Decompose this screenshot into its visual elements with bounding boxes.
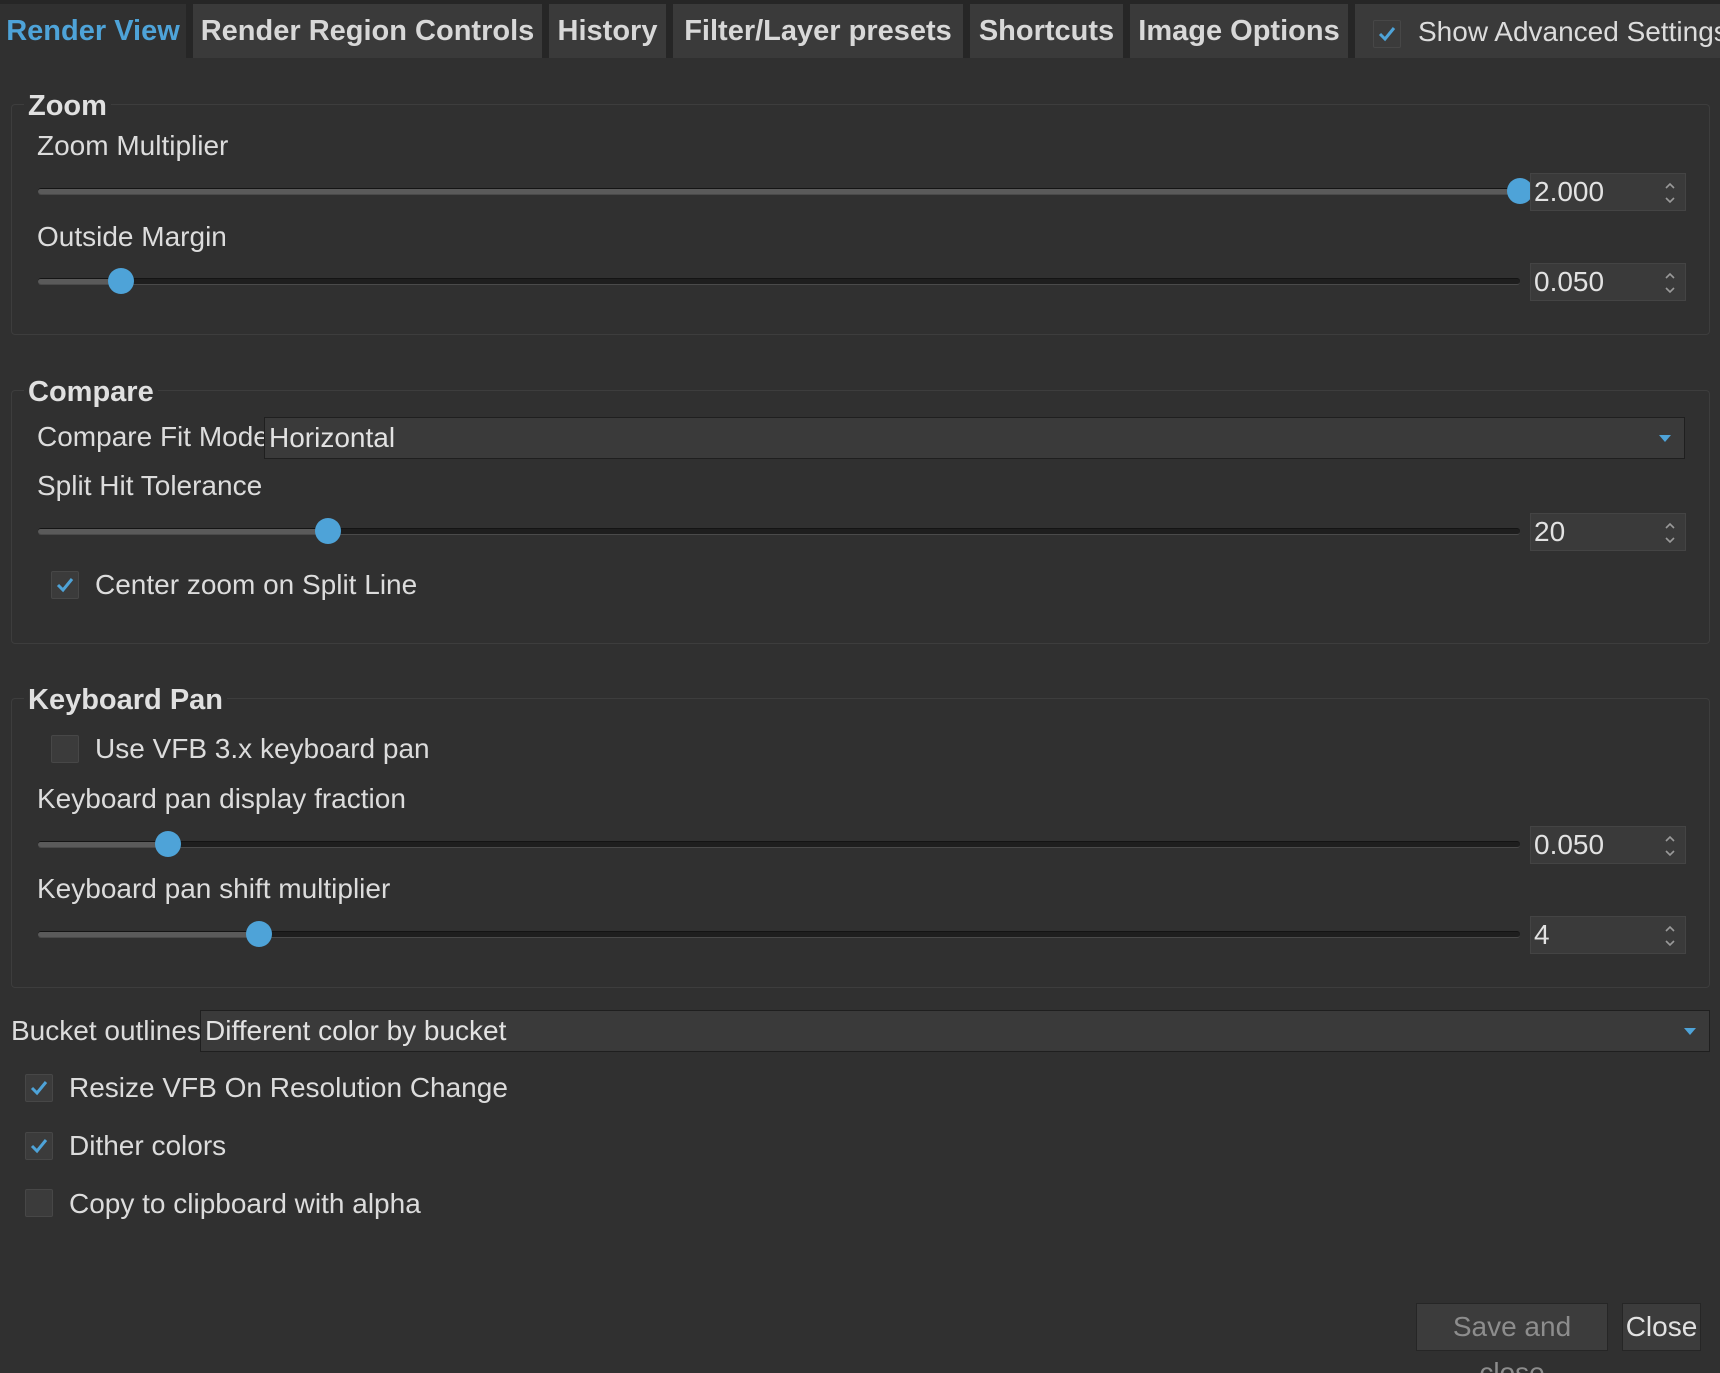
resize-vfb-checkbox[interactable] bbox=[25, 1074, 53, 1102]
pan-display-fraction-label: Keyboard pan display fraction bbox=[37, 783, 406, 814]
tab-filter-layer-presets[interactable]: Filter/Layer presets bbox=[673, 4, 963, 58]
chevron-down-icon bbox=[1659, 435, 1671, 442]
copy-alpha-label: Copy to clipboard with alpha bbox=[69, 1188, 421, 1219]
pan-shift-multiplier-slider[interactable] bbox=[38, 921, 1520, 947]
zoom-multiplier-spinbox[interactable]: 2.000 bbox=[1530, 173, 1686, 211]
spin-arrows-icon[interactable] bbox=[1663, 179, 1677, 207]
checkmark-icon bbox=[30, 1139, 48, 1154]
spin-arrows-icon[interactable] bbox=[1663, 922, 1677, 950]
zoom-group bbox=[11, 104, 1710, 335]
bucket-outlines-label: Bucket outlines bbox=[11, 1015, 201, 1046]
split-hit-tolerance-label: Split Hit Tolerance bbox=[37, 470, 263, 501]
spinbox-value: 20 bbox=[1534, 516, 1566, 547]
pan-display-fraction-slider[interactable] bbox=[38, 831, 1520, 857]
dropdown-value: Horizontal bbox=[269, 422, 396, 453]
use-vfb3-pan-label: Use VFB 3.x keyboard pan bbox=[95, 733, 430, 764]
outside-margin-spinbox[interactable]: 0.050 bbox=[1530, 263, 1686, 301]
dropdown-value: Different color by bucket bbox=[205, 1015, 507, 1046]
checkmark-icon bbox=[30, 1081, 48, 1096]
checkmark-icon bbox=[1378, 27, 1396, 42]
pan-shift-multiplier-label: Keyboard pan shift multiplier bbox=[37, 873, 391, 904]
outside-margin-slider[interactable] bbox=[38, 268, 1520, 294]
spin-arrows-icon[interactable] bbox=[1663, 269, 1677, 297]
checkmark-icon bbox=[56, 578, 74, 593]
split-hit-tolerance-slider[interactable] bbox=[38, 518, 1520, 544]
copy-alpha-checkbox[interactable] bbox=[25, 1189, 53, 1217]
zoom-group-title: Zoom bbox=[24, 90, 111, 123]
zoom-multiplier-slider[interactable] bbox=[38, 178, 1533, 204]
pan-display-fraction-spinbox[interactable]: 0.050 bbox=[1530, 826, 1686, 864]
settings-dialog: Render View Render Region Controls Histo… bbox=[0, 0, 1720, 1373]
slider-handle[interactable] bbox=[245, 921, 272, 947]
tab-bar: Render View Render Region Controls Histo… bbox=[0, 0, 1720, 58]
outside-margin-label: Outside Margin bbox=[37, 221, 227, 252]
show-advanced-checkbox[interactable] bbox=[1373, 20, 1401, 48]
show-advanced-settings-toggle[interactable]: Show Advanced Settings bbox=[1355, 4, 1720, 58]
spinbox-value: 0.050 bbox=[1534, 266, 1605, 297]
spinbox-value: 0.050 bbox=[1534, 829, 1605, 860]
save-and-close-button[interactable]: Save and close bbox=[1416, 1303, 1608, 1373]
tab-image-options[interactable]: Image Options bbox=[1130, 4, 1348, 58]
compare-group-title: Compare bbox=[24, 376, 158, 409]
pan-shift-multiplier-spinbox[interactable]: 4 bbox=[1530, 916, 1686, 954]
slider-fill bbox=[38, 842, 169, 847]
use-vfb3-pan-checkbox[interactable] bbox=[51, 735, 79, 763]
center-zoom-checkbox[interactable] bbox=[51, 571, 79, 599]
split-hit-tolerance-spinbox[interactable]: 20 bbox=[1530, 513, 1686, 551]
tab-history[interactable]: History bbox=[549, 4, 666, 58]
bucket-outlines-dropdown[interactable]: Different color by bucket bbox=[200, 1010, 1710, 1052]
spin-arrows-icon[interactable] bbox=[1663, 519, 1677, 547]
tab-render-region-controls[interactable]: Render Region Controls bbox=[193, 4, 542, 58]
close-button[interactable]: Close bbox=[1622, 1303, 1701, 1351]
tab-render-view[interactable]: Render View bbox=[0, 4, 186, 58]
dither-colors-label: Dither colors bbox=[69, 1130, 227, 1161]
slider-handle[interactable] bbox=[107, 268, 134, 294]
slider-fill bbox=[38, 932, 259, 937]
dither-colors-checkbox[interactable] bbox=[25, 1132, 53, 1160]
center-zoom-label: Center zoom on Split Line bbox=[95, 569, 418, 600]
show-advanced-label: Show Advanced Settings bbox=[1418, 16, 1720, 47]
slider-fill bbox=[38, 529, 329, 534]
spinbox-value: 2.000 bbox=[1534, 176, 1605, 207]
spin-arrows-icon[interactable] bbox=[1663, 832, 1677, 860]
tab-shortcuts[interactable]: Shortcuts bbox=[970, 4, 1123, 58]
zoom-multiplier-label: Zoom Multiplier bbox=[37, 130, 229, 161]
compare-fit-mode-dropdown[interactable]: Horizontal bbox=[264, 417, 1685, 459]
compare-fit-mode-label: Compare Fit Mode bbox=[37, 421, 269, 452]
slider-fill bbox=[38, 189, 1520, 194]
keyboard-pan-group-title: Keyboard Pan bbox=[24, 684, 227, 717]
chevron-down-icon bbox=[1684, 1028, 1696, 1035]
resize-vfb-label: Resize VFB On Resolution Change bbox=[69, 1072, 508, 1103]
spinbox-value: 4 bbox=[1534, 919, 1550, 950]
